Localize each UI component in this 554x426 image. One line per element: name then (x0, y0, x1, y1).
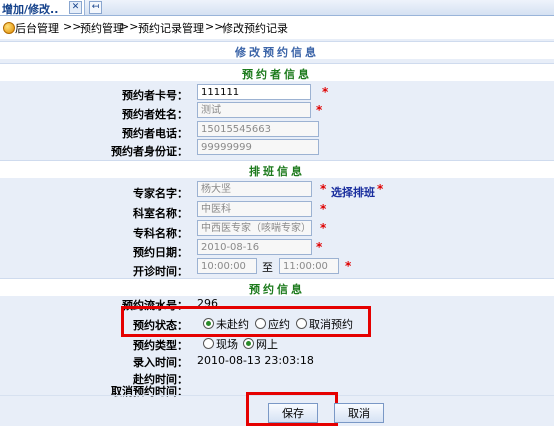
type-option-onsite[interactable]: 现场 (216, 336, 238, 352)
type-radio-onsite[interactable] (203, 338, 214, 349)
time-range-separator: 至 (262, 261, 273, 274)
appointment-date-input[interactable]: 2010-08-16 (197, 239, 312, 255)
select-schedule-link[interactable]: 选择排班 (331, 184, 375, 200)
required-mark: * (320, 221, 327, 235)
breadcrumb-item-edit-record: 修改预约记录 (222, 22, 288, 35)
card-number-input[interactable]: 111111 (197, 84, 311, 100)
type-label: 预约类型： (133, 339, 188, 352)
required-mark: * (320, 202, 327, 216)
breadcrumb-separator: >> (63, 20, 82, 33)
type-option-online[interactable]: 网上 (256, 336, 278, 352)
section-title-booker: 预约者信息 (0, 63, 554, 81)
breadcrumb-item-backend[interactable]: 后台管理 (15, 20, 59, 36)
card-number-label: 预约者卡号： (122, 89, 188, 102)
type-radio-online[interactable] (243, 338, 254, 349)
booker-id-label: 预约者身份证： (111, 145, 188, 158)
tab-edit-appointment[interactable]: 增加/修改.. ✕ (0, 0, 85, 16)
specialty-input[interactable]: 中西医专家（咳喘专家） (197, 220, 312, 236)
required-mark: * (345, 259, 352, 273)
end-time-input[interactable]: 11:00:00 (279, 258, 339, 274)
expert-name-label: 专家名字： (133, 187, 188, 200)
page-title: 修改预约信息 (0, 41, 554, 59)
booker-phone-input[interactable]: 15015545663 (197, 121, 319, 137)
status-highlight-box (121, 306, 371, 337)
breadcrumb-separator: >> (120, 20, 139, 33)
required-mark: * (322, 85, 329, 99)
cancel-button[interactable]: 取消 (334, 403, 384, 423)
breadcrumb-item-appointment-mgmt[interactable]: 预约管理 (80, 20, 124, 36)
appointment-date-label: 预约日期： (133, 246, 188, 259)
home-icon (3, 22, 15, 34)
required-mark: * (316, 240, 323, 254)
section-title-appointment: 预约信息 (0, 278, 554, 296)
breadcrumb-separator: >> (205, 20, 224, 33)
close-icon[interactable]: ✕ (69, 1, 82, 14)
entry-time-label: 录入时间： (133, 356, 188, 369)
department-input[interactable]: 中医科 (197, 201, 312, 217)
required-mark: * (377, 182, 384, 196)
tab-strip: 增加/修改.. ✕ ↤ (0, 0, 554, 16)
save-button[interactable]: 保存 (268, 403, 318, 423)
required-mark: * (320, 182, 327, 196)
start-time-input[interactable]: 10:00:00 (197, 258, 257, 274)
entry-time-value: 2010-08-13 23:03:18 (197, 354, 314, 367)
specialty-label: 专科名称： (133, 227, 188, 240)
clinic-time-label: 开诊时间： (133, 265, 188, 278)
expert-name-input[interactable]: 杨大坚 (197, 181, 312, 197)
booker-phone-label: 预约者电话： (122, 127, 188, 140)
section-title-schedule: 排班信息 (0, 160, 554, 178)
department-label: 科室名称： (133, 207, 188, 220)
breadcrumb-item-records-mgmt[interactable]: 预约记录管理 (138, 20, 204, 36)
cancel-time-label: 取消预约时间： (111, 385, 188, 398)
tab-label: 增加/修改.. (2, 3, 59, 16)
booker-name-input[interactable]: 测试 (197, 102, 311, 118)
booker-id-input[interactable]: 99999999 (197, 139, 319, 155)
required-mark: * (316, 103, 323, 117)
booker-name-label: 预约者姓名： (122, 108, 188, 121)
edit-appointment-form: 修改预约信息 预约者信息 预约者卡号： 111111 * 预约者姓名： 测试 *… (0, 39, 554, 426)
tab-scroll-icon[interactable]: ↤ (89, 1, 102, 14)
